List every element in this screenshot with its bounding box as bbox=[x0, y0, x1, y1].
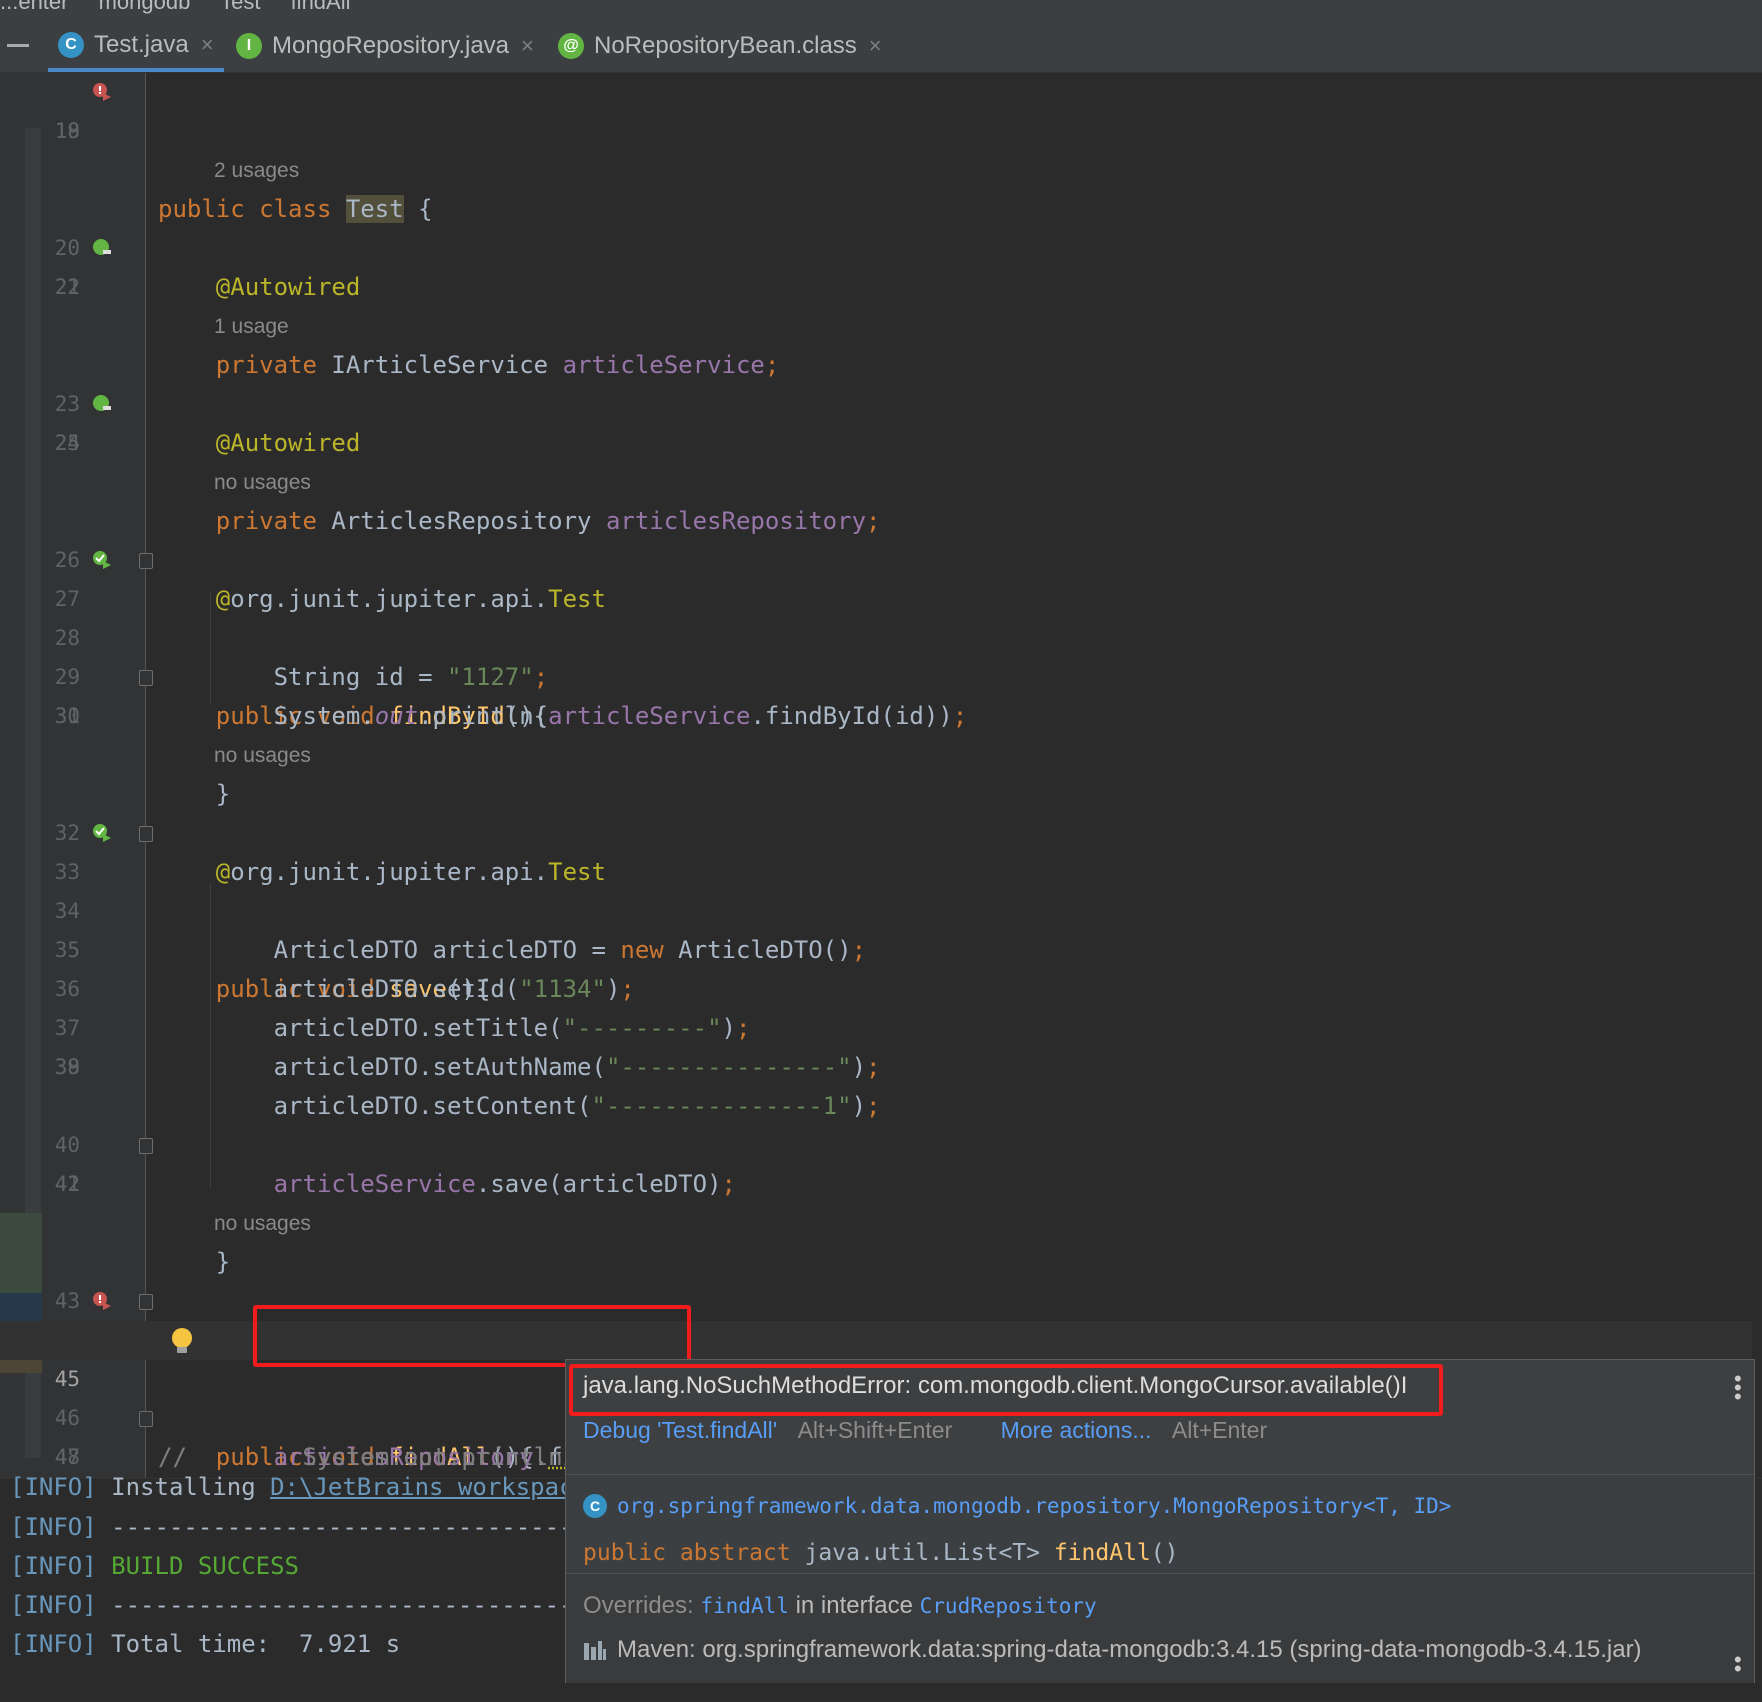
interface-icon: I bbox=[236, 33, 262, 59]
code-line[interactable]: 38 articleDTO.setContent("--------------… bbox=[0, 1009, 1762, 1120]
fold-icon[interactable] bbox=[139, 1411, 153, 1427]
doc-class-link[interactable]: C org.springframework.data.mongodb.repos… bbox=[583, 1494, 1451, 1518]
code-line[interactable]: 20 @Autowired bbox=[0, 190, 1762, 301]
console-line: [INFO] Total time: 7.921 s bbox=[10, 1630, 401, 1658]
doc-footer: Overrides: findAll in interface CrudRepo… bbox=[566, 1573, 1754, 1683]
doc-signature: public abstract java.util.List<T> findAl… bbox=[583, 1540, 1179, 1566]
editor-tab-bar: C Test.java × I MongoRepository.java × @… bbox=[0, 22, 1762, 73]
class-icon: C bbox=[58, 32, 84, 58]
tab-test-java[interactable]: C Test.java × bbox=[48, 22, 224, 72]
lightbulb-icon[interactable] bbox=[172, 1328, 192, 1353]
fold-icon[interactable] bbox=[139, 670, 153, 686]
code-line[interactable]: 18 public class Test { bbox=[0, 73, 1762, 223]
fold-icon[interactable] bbox=[139, 1294, 153, 1310]
class-icon: C bbox=[583, 1494, 607, 1518]
code-line[interactable]: 23 @Autowired bbox=[0, 346, 1762, 457]
code-line[interactable]: 32 @org.junit.jupiter.api.Test bbox=[0, 775, 1762, 886]
tab-mongorepository-java[interactable]: I MongoRepository.java × bbox=[226, 22, 544, 70]
line-number: 31 bbox=[54, 704, 80, 728]
console-line: [INFO] ---------------------------------… bbox=[10, 1591, 632, 1619]
line-number: 39 bbox=[54, 1055, 80, 1079]
fold-icon[interactable] bbox=[139, 553, 153, 569]
run-test-failed-icon[interactable] bbox=[91, 81, 113, 103]
overrides-info: Overrides: findAll in interface CrudRepo… bbox=[583, 1592, 1097, 1619]
code-line[interactable]: 25 bbox=[0, 424, 1762, 463]
usages-hint[interactable]: no usages bbox=[214, 736, 311, 775]
code-line[interactable]: 41 } bbox=[0, 1126, 1762, 1276]
code-line[interactable]: 34 ArticleDTO articleDTO = new ArticleDT… bbox=[0, 853, 1762, 964]
maven-library-info: Maven: org.springframework.data:spring-d… bbox=[583, 1636, 1642, 1664]
usages-hint[interactable]: 2 usages bbox=[214, 151, 299, 190]
close-icon[interactable]: × bbox=[521, 33, 534, 59]
code-line[interactable]: 37 articleDTO.setAuthName("-------------… bbox=[0, 970, 1762, 1081]
console-line: [INFO] ---------------------------------… bbox=[10, 1513, 632, 1541]
highlight-box bbox=[253, 1305, 691, 1367]
more-options-icon[interactable]: • • • bbox=[1734, 1368, 1742, 1408]
console-line: [INFO] Installing D:\JetBrains workspace bbox=[10, 1473, 588, 1501]
error-highlight-box bbox=[569, 1364, 1443, 1416]
editor-scrollbar[interactable] bbox=[1752, 73, 1762, 1478]
close-icon[interactable]: × bbox=[201, 32, 214, 58]
code-line[interactable]: 30 } bbox=[0, 658, 1762, 808]
run-test-passed-icon[interactable] bbox=[91, 822, 113, 844]
more-options-icon[interactable]: • • bbox=[1734, 1649, 1742, 1680]
code-line[interactable]: 27 public void findById(){ bbox=[0, 541, 1762, 730]
autowired-bean-icon[interactable] bbox=[91, 393, 113, 415]
fold-icon[interactable] bbox=[139, 1138, 153, 1154]
code-line[interactable]: 31 bbox=[0, 697, 1762, 736]
code-line[interactable]: 40 articleService.save(articleDTO); bbox=[0, 1087, 1762, 1198]
code-line[interactable]: 24 private ArticlesRepository articlesRe… bbox=[0, 385, 1762, 535]
code-line[interactable]: 22 bbox=[0, 268, 1762, 307]
code-line[interactable]: 26 @org.junit.jupiter.api.Test bbox=[0, 502, 1762, 613]
tab-label: Test.java bbox=[94, 31, 189, 58]
console-line: [INFO] BUILD SUCCESS bbox=[10, 1552, 299, 1580]
code-line[interactable]: 36 articleDTO.setTitle("---------"); bbox=[0, 931, 1762, 1042]
line-number: 48 bbox=[54, 1445, 80, 1469]
shortcut-hint: Alt+Shift+Enter bbox=[797, 1417, 953, 1443]
annotation-icon: @ bbox=[558, 33, 584, 59]
tab-label: NoRepositoryBean.class bbox=[594, 32, 857, 59]
usages-hint[interactable]: 1 usage bbox=[214, 307, 289, 346]
code-line[interactable]: 33 public void save(){ bbox=[0, 814, 1762, 1003]
tab-norepositorybean-class[interactable]: @ NoRepositoryBean.class × bbox=[548, 22, 892, 70]
code-line[interactable]: 35 articleDTO.setId("1134"); bbox=[0, 892, 1762, 1003]
collapse-icon[interactable] bbox=[7, 44, 29, 47]
line-number: 42 bbox=[54, 1172, 80, 1196]
console-link[interactable]: D:\JetBrains workspace bbox=[270, 1473, 588, 1501]
popup-actions: Debug 'Test.findAll' Alt+Shift+Enter Mor… bbox=[583, 1417, 1267, 1444]
library-icon bbox=[584, 1641, 606, 1660]
line-number: 25 bbox=[54, 431, 80, 455]
breadcrumb: ...enter mongodb Test findAll bbox=[0, 0, 1762, 23]
breadcrumb-item[interactable]: Test bbox=[220, 0, 260, 14]
code-line[interactable]: 42 bbox=[0, 1165, 1762, 1204]
breadcrumb-item[interactable]: mongodb bbox=[99, 0, 191, 14]
interface-link[interactable]: CrudRepository bbox=[920, 1594, 1097, 1618]
debug-test-link[interactable]: Debug 'Test.findAll' bbox=[583, 1417, 777, 1443]
code-editor[interactable]: 18 public class Test { 19 2 usages 20 @A… bbox=[0, 73, 1762, 1549]
code-line[interactable]: 29 System.out.println(articleService.fin… bbox=[0, 619, 1762, 730]
code-line[interactable]: 39 bbox=[0, 1048, 1762, 1087]
run-test-failed-icon[interactable] bbox=[91, 1290, 113, 1312]
fold-icon[interactable] bbox=[139, 826, 153, 842]
close-icon[interactable]: × bbox=[869, 33, 882, 59]
autowired-bean-icon[interactable] bbox=[91, 237, 113, 259]
run-test-passed-icon[interactable] bbox=[91, 549, 113, 571]
overrides-method-link[interactable]: findAll bbox=[700, 1594, 789, 1618]
code-line[interactable]: 28 String id = "1127"; bbox=[0, 580, 1762, 691]
shortcut-hint: Alt+Enter bbox=[1171, 1417, 1268, 1443]
code-line[interactable]: 43 @org.junit.jupiter.api.Test bbox=[0, 1243, 1762, 1354]
code-line[interactable]: 21 private IArticleService articleServic… bbox=[0, 229, 1762, 379]
more-actions-link[interactable]: More actions... bbox=[1001, 1417, 1152, 1443]
tab-label: MongoRepository.java bbox=[272, 32, 510, 59]
breadcrumb-item[interactable]: ...enter bbox=[0, 0, 68, 14]
usages-hint[interactable]: no usages bbox=[214, 463, 311, 502]
error-quick-doc-popup[interactable]: java.lang.NoSuchMethodError: com.mongodb… bbox=[565, 1359, 1755, 1683]
line-number: 22 bbox=[54, 275, 80, 299]
breadcrumb-item[interactable]: findAll bbox=[291, 0, 351, 14]
line-number: 19 bbox=[54, 119, 80, 143]
usages-hint[interactable]: no usages bbox=[214, 1204, 311, 1243]
code-line[interactable]: 19 bbox=[0, 112, 1762, 151]
